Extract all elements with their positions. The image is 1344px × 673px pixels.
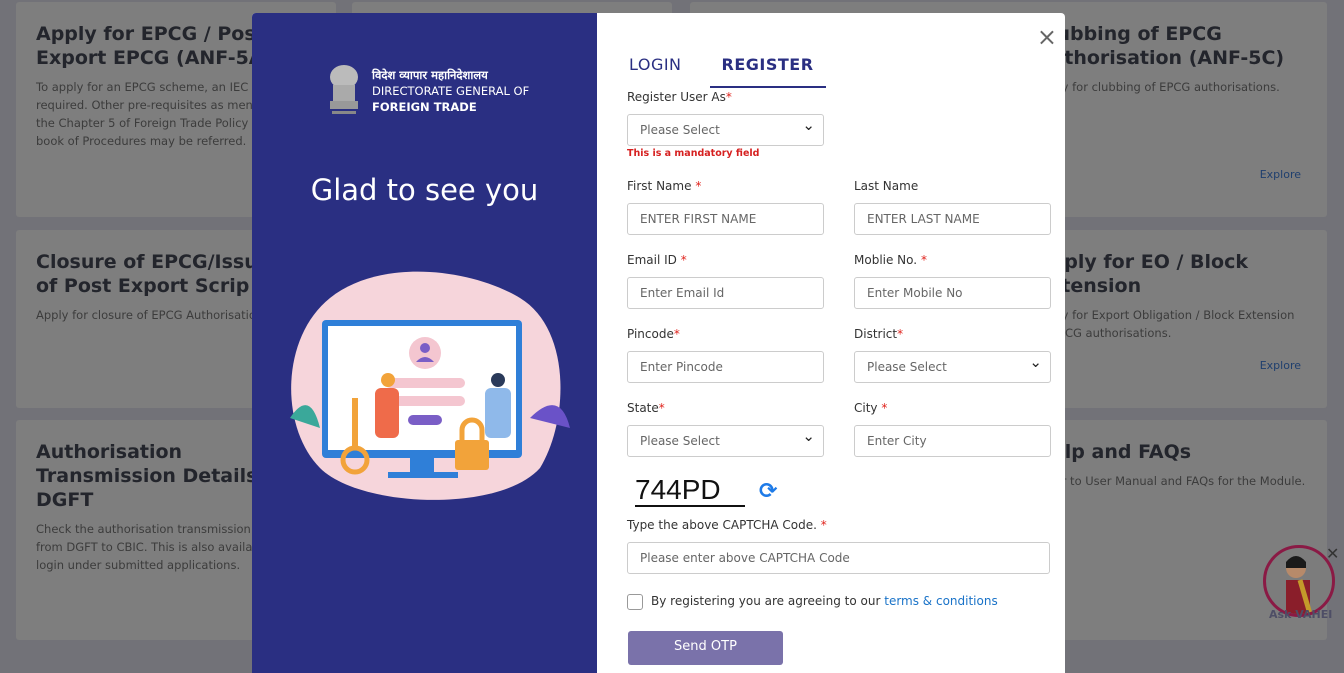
auth-tabs: LOGIN REGISTER (629, 55, 826, 88)
close-chatbot-icon[interactable]: ✕ (1326, 544, 1339, 563)
vahei-avatar-icon (1286, 556, 1313, 614)
city-input[interactable]: Enter City (854, 425, 1051, 457)
explore-link[interactable]: Explore (1260, 168, 1301, 181)
logo-line2: FOREIGN TRADE (372, 100, 477, 114)
chatbot-label[interactable]: Ask VAHEI (1269, 608, 1332, 621)
register-modal: विदेश व्यापार महानिदेशालय DIRECTORATE GEN… (252, 13, 1065, 673)
register-form-panel: × LOGIN REGISTER Register User As* Pleas… (597, 13, 1065, 673)
refresh-captcha-icon[interactable]: ⟳ (759, 479, 777, 504)
state-label: State* (627, 401, 665, 415)
card-desc: Apply for Export Obligation / Block Exte… (1036, 308, 1295, 340)
tab-login[interactable]: LOGIN (629, 55, 682, 88)
city-label: City * (854, 401, 888, 415)
pincode-label: Pincode* (627, 327, 680, 341)
register-as-error: This is a mandatory field (627, 148, 760, 159)
card-title: Help and FAQs (1036, 441, 1192, 463)
captcha-label: Type the above CAPTCHA Code. * (627, 518, 827, 532)
logo-hindi: विदेश व्यापार महानिदेशालय (372, 68, 488, 82)
chatbot-avatar[interactable] (1263, 545, 1335, 617)
district-label: District* (854, 327, 904, 341)
last-name-label: Last Name (854, 179, 919, 193)
terms-link[interactable]: terms & conditions (884, 594, 997, 608)
card-title: Clubbing of EPCG Authorisation (ANF-5C) (1036, 23, 1285, 69)
emblem-icon (330, 65, 358, 114)
greeting: Glad to see you (310, 173, 539, 207)
email-input[interactable]: Enter Email Id (627, 277, 824, 309)
explore-link[interactable]: Explore (1260, 359, 1301, 372)
first-name-label: First Name * (627, 179, 702, 193)
card-desc: Refer to User Manual and FAQs for the Mo… (1036, 474, 1306, 488)
last-name-input[interactable]: ENTER LAST NAME (854, 203, 1051, 235)
register-as-select[interactable]: Please Select (627, 110, 824, 146)
district-select[interactable]: Please Select (854, 347, 1051, 383)
email-label: Email ID * (627, 253, 687, 267)
first-name-input[interactable]: ENTER FIRST NAME (627, 203, 824, 235)
login-illustration (290, 271, 570, 500)
dgft-logo: विदेश व्यापार महानिदेशालय DIRECTORATE GEN… (324, 63, 529, 119)
pincode-input[interactable]: Enter Pincode (627, 351, 824, 383)
register-as-label: Register User As* (627, 90, 732, 104)
mobile-label: Moblie No. * (854, 253, 927, 267)
card-title: Apply for EO / Block Extension (1036, 251, 1248, 297)
mobile-input[interactable]: Enter Mobile No (854, 277, 1051, 309)
captcha-image: 744PD (635, 475, 745, 507)
logo-line1: DIRECTORATE GENERAL OF (372, 84, 530, 98)
close-icon[interactable]: × (1037, 23, 1057, 51)
tab-register[interactable]: REGISTER (709, 55, 826, 88)
state-select[interactable]: Please Select (627, 421, 824, 457)
card-desc: Apply for clubbing of EPCG authorisation… (1036, 80, 1280, 94)
terms-checkbox[interactable] (627, 594, 643, 610)
modal-brand-panel: विदेश व्यापार महानिदेशालय DIRECTORATE GEN… (252, 13, 597, 673)
captcha-input[interactable]: Please enter above CAPTCHA Code (627, 542, 1050, 574)
terms-text: By registering you are agreeing to our t… (651, 594, 998, 608)
